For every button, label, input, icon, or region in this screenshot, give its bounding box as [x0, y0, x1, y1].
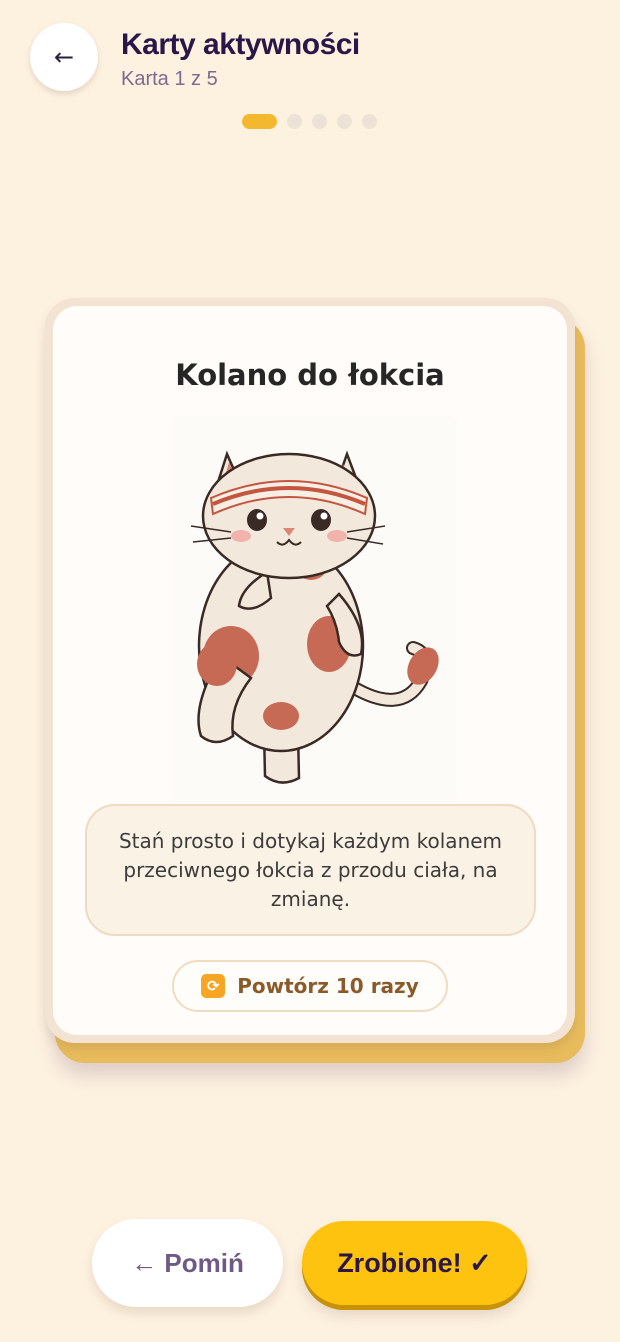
- card-title: Kolano do łokcia: [175, 358, 445, 392]
- activity-card-inner: Kolano do łokcia Stań prosto i dotykaj k…: [53, 306, 567, 1035]
- back-arrow-icon: ←: [53, 43, 75, 71]
- progress-dot: [362, 114, 377, 129]
- activity-card[interactable]: Kolano do łokcia Stań prosto i dotykaj k…: [45, 298, 575, 1043]
- skip-button[interactable]: ← Pomiń: [92, 1219, 283, 1307]
- progress-dots: [242, 114, 377, 129]
- page-subtitle: Karta 1 z 5: [121, 68, 218, 90]
- cat-exercise-illustration: [171, 416, 457, 801]
- progress-dot: [337, 114, 352, 129]
- done-button[interactable]: Zrobione! ✓: [302, 1221, 527, 1305]
- progress-dot-active: [242, 114, 277, 129]
- header: ← Karty aktywności Karta 1 z 5: [0, 0, 620, 140]
- repeat-icon: ⟳: [201, 974, 226, 998]
- page-title: Karty aktywności: [121, 28, 360, 61]
- exercise-description: Stań prosto i dotykaj każdym kolanem prz…: [85, 804, 536, 936]
- progress-dot: [287, 114, 302, 129]
- back-button[interactable]: ←: [30, 23, 98, 91]
- cat-illustration-svg: [190, 450, 439, 784]
- repetitions-badge: ⟳ Powtórz 10 razy: [172, 960, 448, 1012]
- progress-dot: [312, 114, 327, 129]
- repetitions-label: Powtórz 10 razy: [237, 974, 419, 998]
